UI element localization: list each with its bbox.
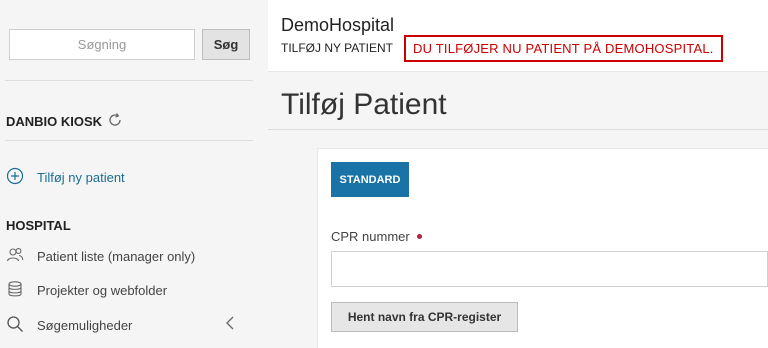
sidebar-item-label: Patient liste (manager only) — [37, 249, 196, 264]
sidebar-item-projects[interactable]: Projekter og webfolder — [6, 280, 167, 301]
hospital-name: DemoHospital — [281, 15, 395, 35]
divider — [268, 129, 768, 130]
plus-circle-icon — [6, 167, 24, 188]
cpr-label-text: CPR nummer — [331, 229, 410, 244]
page-header: DemoHospital TILFØJ NY PATIENT DU TILFØJ… — [268, 0, 768, 72]
tab-standard[interactable]: STANDARD — [331, 162, 409, 197]
fetch-cpr-name-button[interactable]: Hent navn fra CPR-register — [331, 302, 518, 332]
alert-banner: DU TILFØJER NU PATIENT PÅ DEMOHOSPITAL. — [404, 35, 723, 62]
breadcrumb: TILFØJ NY PATIENT — [281, 41, 394, 55]
search-icon — [6, 315, 24, 336]
search-input[interactable] — [9, 29, 195, 60]
cpr-input[interactable] — [331, 251, 768, 287]
add-patient-link[interactable]: Tilføj ny patient — [6, 167, 125, 188]
database-icon — [6, 280, 24, 301]
required-indicator — [416, 234, 422, 239]
divider — [5, 140, 253, 141]
kiosk-header: DANBIO KIOSK — [6, 112, 123, 131]
refresh-icon[interactable] — [102, 112, 123, 131]
add-patient-label: Tilføj ny patient — [37, 170, 125, 185]
search-button[interactable]: Søg — [202, 29, 250, 60]
sidebar-item-label: Søgemuligheder — [37, 318, 133, 333]
divider — [5, 80, 253, 81]
cpr-label: CPR nummer — [331, 229, 422, 244]
chevron-left-icon[interactable] — [225, 316, 235, 335]
sidebar-item-patient-list[interactable]: Patient liste (manager only) — [6, 246, 195, 267]
users-icon — [6, 246, 24, 267]
page-title: Tilføj Patient — [281, 88, 447, 121]
sidebar-item-search-options[interactable]: Søgemuligheder — [6, 315, 132, 336]
sidebar: Søg DANBIO KIOSK Tilføj ny patient HOSPI… — [0, 0, 268, 348]
sidebar-item-label: Projekter og webfolder — [37, 283, 168, 298]
kiosk-title: DANBIO KIOSK — [6, 114, 103, 129]
section-title-hospital: HOSPITAL — [6, 218, 71, 233]
